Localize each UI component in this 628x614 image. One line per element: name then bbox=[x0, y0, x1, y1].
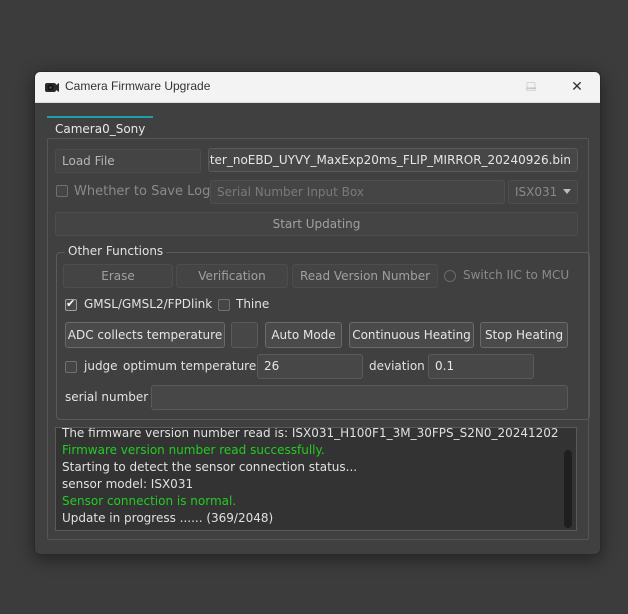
gmsl-checkbox[interactable] bbox=[65, 297, 77, 311]
tab-camera0-sony[interactable]: Camera0_Sony bbox=[47, 116, 154, 140]
camera-icon bbox=[45, 83, 59, 92]
window-title: Camera Firmware Upgrade bbox=[65, 79, 211, 93]
erase-label: Erase bbox=[101, 269, 135, 283]
deviation-value: 0.1 bbox=[435, 359, 455, 373]
log-scrollbar-thumb[interactable] bbox=[564, 450, 572, 528]
load-file-button[interactable]: Load File bbox=[55, 149, 201, 173]
chevron-down-icon bbox=[563, 189, 571, 194]
switch-iic-label: Switch IIC to MCU bbox=[463, 268, 570, 282]
serial-number-field[interactable] bbox=[151, 385, 568, 410]
optimum-temperature-label: optimum temperature bbox=[123, 359, 257, 373]
adc-temperature-button[interactable]: ADC collects temperature bbox=[65, 322, 225, 348]
thine-label: Thine bbox=[236, 297, 270, 311]
continuous-heating-label: Continuous Heating bbox=[352, 328, 471, 342]
auto-mode-button[interactable]: Auto Mode bbox=[265, 322, 342, 348]
save-logs-label: Whether to Save Logs bbox=[74, 184, 218, 199]
maximize-button[interactable]: ☐ bbox=[508, 72, 554, 102]
verification-label: Verification bbox=[198, 269, 266, 283]
judge-label: judge bbox=[84, 359, 118, 373]
maximize-icon: ☐ bbox=[525, 80, 537, 94]
thine-checkbox[interactable] bbox=[218, 299, 230, 311]
sensor-model-value: ISX031 bbox=[515, 185, 558, 199]
tab-label: Camera0_Sony bbox=[55, 122, 146, 136]
file-path-text: master_noEBD_UYVY_MaxExp20ms_FLIP_MIRROR… bbox=[208, 153, 571, 167]
switch-iic-radio[interactable] bbox=[444, 270, 456, 282]
adc-temperature-field[interactable] bbox=[231, 322, 258, 348]
serial-number-label: serial number bbox=[65, 390, 149, 404]
continuous-heating-button[interactable]: Continuous Heating bbox=[349, 322, 474, 348]
log-line: sensor model: ISX031 bbox=[62, 477, 194, 491]
auto-mode-label: Auto Mode bbox=[271, 328, 336, 342]
serial-number-input[interactable]: Serial Number Input Box bbox=[210, 180, 505, 204]
log-line: Starting to detect the sensor connection… bbox=[62, 460, 358, 474]
judge-checkbox[interactable] bbox=[65, 361, 77, 373]
start-updating-button[interactable]: Start Updating bbox=[55, 212, 578, 236]
read-version-button[interactable]: Read Version Number bbox=[292, 264, 438, 288]
save-logs-checkbox[interactable] bbox=[56, 185, 68, 197]
close-icon: ✕ bbox=[571, 79, 583, 95]
read-version-label: Read Version Number bbox=[299, 269, 431, 283]
sensor-model-select[interactable]: ISX031 bbox=[508, 180, 578, 204]
log-line: Sensor connection is normal. bbox=[62, 494, 237, 508]
load-file-label: Load File bbox=[62, 154, 115, 168]
erase-button[interactable]: Erase bbox=[63, 264, 173, 288]
file-path-field[interactable]: master_noEBD_UYVY_MaxExp20ms_FLIP_MIRROR… bbox=[208, 148, 578, 172]
title-bar: Camera Firmware Upgrade — ☐ ✕ bbox=[35, 72, 600, 103]
log-line: Update in progress ...... (369/2048) bbox=[62, 511, 274, 525]
other-functions-title: Other Functions bbox=[65, 244, 167, 258]
verification-button[interactable]: Verification bbox=[176, 264, 288, 288]
optimum-temperature-value: 26 bbox=[264, 359, 280, 373]
serial-number-placeholder: Serial Number Input Box bbox=[217, 185, 364, 199]
close-button[interactable]: ✕ bbox=[554, 72, 600, 102]
log-output[interactable]: The firmware version number read is: ISX… bbox=[55, 427, 577, 531]
gmsl-label: GMSL/GMSL2/FPDlink bbox=[84, 297, 213, 311]
start-updating-label: Start Updating bbox=[272, 217, 361, 231]
optimum-temperature-field[interactable]: 26 bbox=[257, 354, 363, 379]
log-line: The firmware version number read is: ISX… bbox=[62, 427, 559, 440]
stop-heating-label: Stop Heating bbox=[484, 328, 564, 342]
deviation-label: deviation bbox=[369, 359, 425, 373]
log-line: Firmware version number read successfull… bbox=[62, 443, 325, 457]
adc-temperature-label: ADC collects temperature bbox=[67, 328, 223, 342]
stop-heating-button[interactable]: Stop Heating bbox=[480, 322, 568, 348]
deviation-field[interactable]: 0.1 bbox=[428, 354, 534, 379]
